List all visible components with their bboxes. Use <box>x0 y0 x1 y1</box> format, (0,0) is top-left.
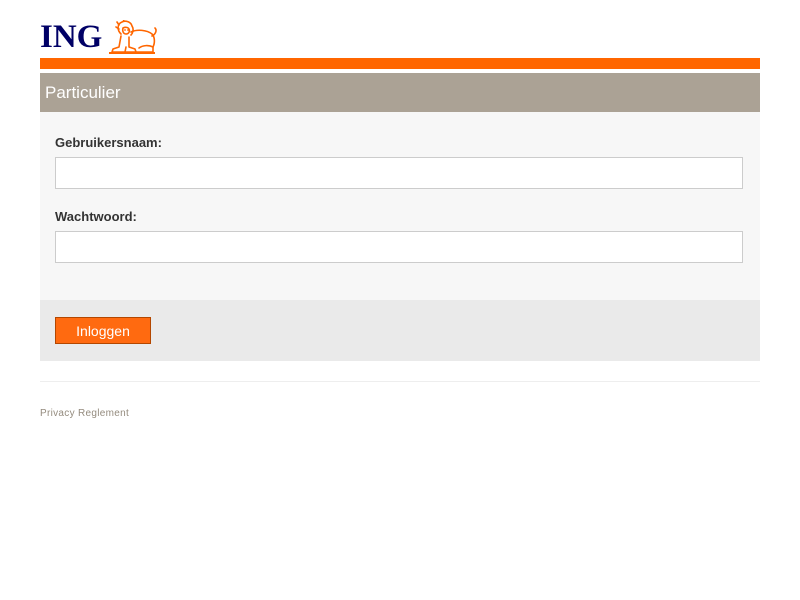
login-form: Gebruikersnaam: Wachtwoord: <box>40 112 760 300</box>
divider <box>40 381 760 382</box>
brand-stripe <box>40 58 760 69</box>
username-label: Gebruikersnaam: <box>55 135 162 150</box>
panel-header: Particulier <box>40 73 760 112</box>
ing-logo: ING <box>40 18 158 55</box>
password-input[interactable] <box>55 231 743 263</box>
privacy-link[interactable]: Privacy Reglement <box>40 408 129 419</box>
logo-text: ING <box>40 19 103 55</box>
username-input[interactable] <box>55 157 743 189</box>
login-page: ING Particulier Gebruikersnaam: Wachtwoo… <box>0 0 800 600</box>
panel-title: Particulier <box>45 82 121 102</box>
form-actions: Inloggen <box>40 300 760 361</box>
password-label: Wachtwoord: <box>55 209 137 224</box>
login-button[interactable]: Inloggen <box>55 317 151 344</box>
lion-icon <box>109 20 158 54</box>
